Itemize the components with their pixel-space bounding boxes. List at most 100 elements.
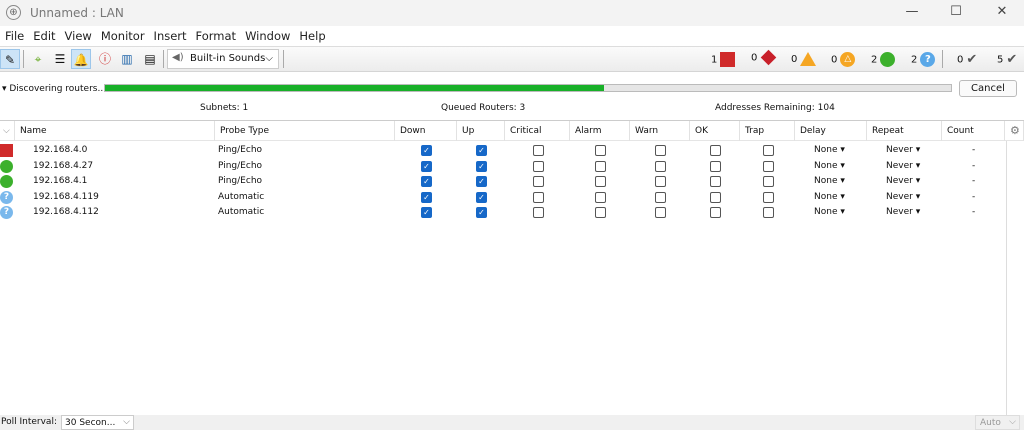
status-unknown-count[interactable]: 2? [911,52,936,67]
column-header-warn[interactable]: Warn [630,121,690,141]
ok-checkbox[interactable] [710,207,721,219]
repeat-select[interactable]: Never ▾ [886,176,920,186]
trap-checkbox[interactable] [762,145,774,156]
bell-icon[interactable]: 🔔 [71,49,91,69]
menu-view[interactable]: View [65,26,92,43]
discovery-label[interactable]: ▾ Discovering routers... [2,84,106,94]
maximize-button[interactable]: ☐ [936,2,976,22]
cancel-button[interactable]: Cancel [959,80,1017,97]
menu-edit[interactable]: Edit [33,26,55,43]
status-down-count[interactable]: 1 [711,52,736,67]
column-header-ok[interactable]: OK [690,121,740,141]
column-header-name[interactable]: Name [15,121,215,141]
table-row[interactable]: 192.168.4.27 Ping/Echo ✓ ✓ None ▾ Never ▾ - [0,159,1005,175]
column-header-trap[interactable]: Trap [740,121,795,141]
sound-select[interactable]: ◀) Built-in Sounds ⌵ [167,49,279,69]
poll-interval-select[interactable]: 30 Secon... ⌵ [61,415,134,430]
column-header-down[interactable]: Down [395,121,457,141]
column-header-repeat[interactable]: Repeat [867,121,942,141]
status-up-count[interactable]: 2 [871,52,896,67]
toolbar-divider [942,50,943,68]
warn-checkbox[interactable] [655,176,666,188]
critical-checkbox[interactable] [532,160,544,172]
ok-checkbox[interactable] [710,160,721,172]
menu-format[interactable]: Format [196,26,237,43]
down-checkbox[interactable]: ✓ [421,207,432,219]
alarm-checkbox[interactable] [595,191,606,203]
pencil-icon[interactable]: ✎ [0,49,20,69]
critical-checkbox[interactable] [532,191,544,203]
up-checkbox[interactable]: ✓ [476,191,487,203]
table-row[interactable]: 192.168.4.0 Ping/Echo ✓ ✓ None ▾ Never ▾ - [0,143,1005,159]
alarm-checkbox[interactable] [595,207,606,219]
ok-checkbox[interactable] [710,191,721,203]
repeat-select[interactable]: Never ▾ [886,207,920,217]
status-alarm-count[interactable]: 0 [791,52,817,66]
repeat-select[interactable]: Never ▾ [886,192,920,202]
list-icon[interactable]: ☰ [50,49,70,69]
zoom-select[interactable]: Auto ⌵ [975,415,1020,430]
repeat-select[interactable]: Never ▾ [886,161,920,171]
alarm-checkbox[interactable] [595,160,606,172]
down-checkbox[interactable]: ✓ [421,191,432,203]
delay-select[interactable]: None ▾ [814,192,845,202]
alert-icon[interactable]: ⓘ [95,49,115,69]
alarm-checkbox[interactable] [595,145,606,156]
delay-select[interactable]: None ▾ [814,207,845,217]
column-header-probe-type[interactable]: Probe Type [215,121,395,141]
gear-icon[interactable]: ⚙ [1006,121,1024,141]
up-checkbox[interactable]: ✓ [476,160,487,172]
column-header-delay[interactable]: Delay [795,121,867,141]
warn-checkbox[interactable] [655,207,666,219]
down-checkbox[interactable]: ✓ [421,160,432,172]
down-checkbox[interactable]: ✓ [421,145,432,156]
sort-chevron-icon[interactable]: ⌵ [0,121,15,141]
close-button[interactable]: ✕ [982,2,1022,22]
probe-type: Ping/Echo [218,176,263,187]
column-header-alarm[interactable]: Alarm [570,121,630,141]
trap-checkbox[interactable] [762,160,774,172]
column-header-up[interactable]: Up [457,121,505,141]
menu-insert[interactable]: Insert [154,26,187,43]
column-header-count[interactable]: Count [942,121,1005,141]
up-checkbox[interactable]: ✓ [476,176,487,188]
menu-monitor[interactable]: Monitor [101,26,145,43]
down-checkbox[interactable]: ✓ [421,176,432,188]
menu-help[interactable]: Help [299,26,325,43]
alarm-checkbox[interactable] [595,176,606,188]
critical-checkbox[interactable] [532,145,544,156]
status-critical-count[interactable]: 0 [751,49,777,66]
delay-select[interactable]: None ▾ [814,176,845,186]
repeat-select[interactable]: Never ▾ [886,145,920,155]
delay-select[interactable]: None ▾ [814,161,845,171]
status-unacknowledged-count[interactable]: 5 ✔ [997,52,1017,67]
menu-file[interactable]: File [5,26,24,43]
status-warn-count[interactable]: 0 △ [831,52,856,67]
ok-checkbox[interactable] [710,145,721,156]
table-row[interactable]: ? 192.168.4.119 Automatic ✓ ✓ None ▾ Never ▾ - [0,190,1005,206]
grid-icon[interactable]: ▤ [140,49,160,69]
critical-checkbox[interactable] [532,207,544,219]
chart-icon[interactable]: ▥ [117,49,137,69]
delay-select[interactable]: None ▾ [814,145,845,155]
trap-checkbox[interactable] [762,207,774,219]
menu-window[interactable]: Window [245,26,290,43]
ok-checkbox[interactable] [710,176,721,188]
count-value: - [972,191,976,202]
count: 1 [711,54,718,66]
up-checkbox[interactable]: ✓ [476,145,487,156]
status-acknowledged-count[interactable]: 0 ✔ [957,52,977,67]
minimize-button[interactable]: — [892,2,932,22]
critical-checkbox[interactable] [532,176,544,188]
table-row[interactable]: 192.168.4.1 Ping/Echo ✓ ✓ None ▾ Never ▾ - [0,174,1005,190]
trap-checkbox[interactable] [762,176,774,188]
warn-checkbox[interactable] [655,145,666,156]
map-pin-icon[interactable]: ⌖ [28,49,48,69]
column-header-critical[interactable]: Critical [505,121,570,141]
title-bar: ⊕ Unnamed : LAN — ☐ ✕ [0,0,1024,26]
table-row[interactable]: ? 192.168.4.112 Automatic ✓ ✓ None ▾ Never ▾ - [0,205,1005,221]
warn-checkbox[interactable] [655,191,666,203]
warn-checkbox[interactable] [655,160,666,172]
trap-checkbox[interactable] [762,191,774,203]
up-checkbox[interactable]: ✓ [476,207,487,219]
